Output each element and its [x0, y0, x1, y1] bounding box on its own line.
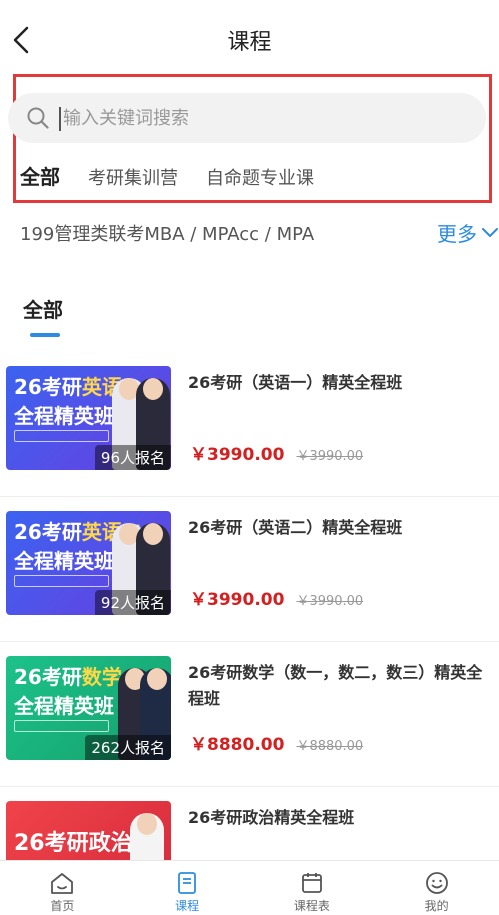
course-thumbnail[interactable]: 26考研英语一 全程精英班 96人报名: [6, 366, 171, 470]
section-title: 全部: [23, 298, 63, 322]
original-price: ￥8880.00: [296, 739, 364, 754]
search-filter-panel: 全部 考研集训营 自命题专业课: [8, 74, 492, 203]
top-bar: 课程: [0, 0, 499, 76]
category-label[interactable]: 199管理类联考MBA / MPAcc / MPA: [20, 224, 314, 245]
original-price: ￥3990.00: [296, 594, 364, 609]
search-icon: [27, 107, 49, 129]
thumb-subtitle: 全程精英班: [14, 549, 114, 573]
search-input[interactable]: [63, 99, 443, 137]
bottom-nav: 首页 课程 课程表 我的: [0, 860, 499, 915]
course-item[interactable]: 26考研英语一 全程精英班 96人报名 26考研（英语一）精英全程班 ￥3990…: [0, 352, 499, 497]
search-bar[interactable]: [8, 93, 486, 143]
nav-profile[interactable]: 我的: [374, 861, 499, 915]
chevron-down-icon: [482, 227, 498, 237]
page-title: 课程: [227, 30, 272, 55]
enroll-count: 92人报名: [94, 590, 171, 615]
section-underline: [30, 333, 60, 337]
more-button[interactable]: 更多: [437, 218, 499, 247]
home-icon: [51, 873, 74, 894]
nav-course[interactable]: 课程: [125, 861, 250, 915]
more-label: 更多: [437, 222, 477, 246]
course-list: 26考研英语一 全程精英班 96人报名 26考研（英语一）精英全程班 ￥3990…: [0, 352, 499, 915]
course-item[interactable]: 26考研英语二 全程精英班 92人报名 26考研（英语二）精英全程班 ￥3990…: [0, 497, 499, 642]
thumb-strip: [14, 430, 109, 442]
price: ￥3990.00: [190, 445, 285, 465]
enroll-count: 96人报名: [94, 445, 171, 470]
course-title[interactable]: 26考研（英语二）精英全程班: [188, 515, 488, 541]
thumb-headline: 26考研数学: [14, 665, 122, 689]
smiley-profile-icon: [425, 872, 448, 894]
price-row: ￥8880.00 ￥8880.00: [190, 730, 363, 755]
text-cursor: [59, 107, 61, 131]
filter-tabs: 全部 考研集训营 自命题专业课: [20, 161, 342, 190]
nav-label: 我的: [424, 899, 449, 913]
nav-home[interactable]: 首页: [0, 861, 125, 915]
category-row: 199管理类联考MBA / MPAcc / MPA 更多: [20, 220, 499, 250]
course-title[interactable]: 26考研（英语一）精英全程班: [188, 370, 488, 396]
price-row: ￥3990.00 ￥3990.00: [190, 585, 363, 610]
enroll-count: 262人报名: [85, 735, 171, 760]
course-thumbnail[interactable]: 26考研数学 全程精英班 262人报名: [6, 656, 171, 760]
thumb-strip: [14, 575, 109, 587]
nav-label: 课程表: [293, 899, 330, 913]
course-title[interactable]: 26考研数学（数一，数二，数三）精英全程班: [188, 660, 488, 712]
course-title[interactable]: 26考研政治精英全程班: [188, 805, 488, 831]
nav-label: 首页: [50, 899, 75, 913]
nav-schedule[interactable]: 课程表: [250, 861, 375, 915]
filter-tab-bootcamp[interactable]: 考研集训营: [88, 164, 178, 190]
price-row: ￥3990.00 ￥3990.00: [190, 440, 363, 465]
thumb-subtitle: 全程精英班: [14, 694, 114, 718]
price: ￥3990.00: [190, 590, 285, 610]
filter-tab-self-proposed[interactable]: 自命题专业课: [206, 164, 314, 190]
course-thumbnail[interactable]: 26考研英语二 全程精英班 92人报名: [6, 511, 171, 615]
thumb-headline: 26考研政治: [14, 831, 133, 856]
original-price: ￥3990.00: [296, 449, 364, 464]
price: ￥8880.00: [190, 735, 285, 755]
course-book-icon: [178, 872, 197, 894]
filter-tab-all[interactable]: 全部: [20, 161, 60, 190]
nav-label: 课程: [175, 899, 200, 913]
thumb-subtitle: 全程精英班: [14, 404, 114, 428]
thumb-strip: [14, 720, 109, 732]
calendar-icon: [301, 873, 322, 893]
course-item[interactable]: 26考研数学 全程精英班 262人报名 26考研数学（数一，数二，数三）精英全程…: [0, 642, 499, 787]
